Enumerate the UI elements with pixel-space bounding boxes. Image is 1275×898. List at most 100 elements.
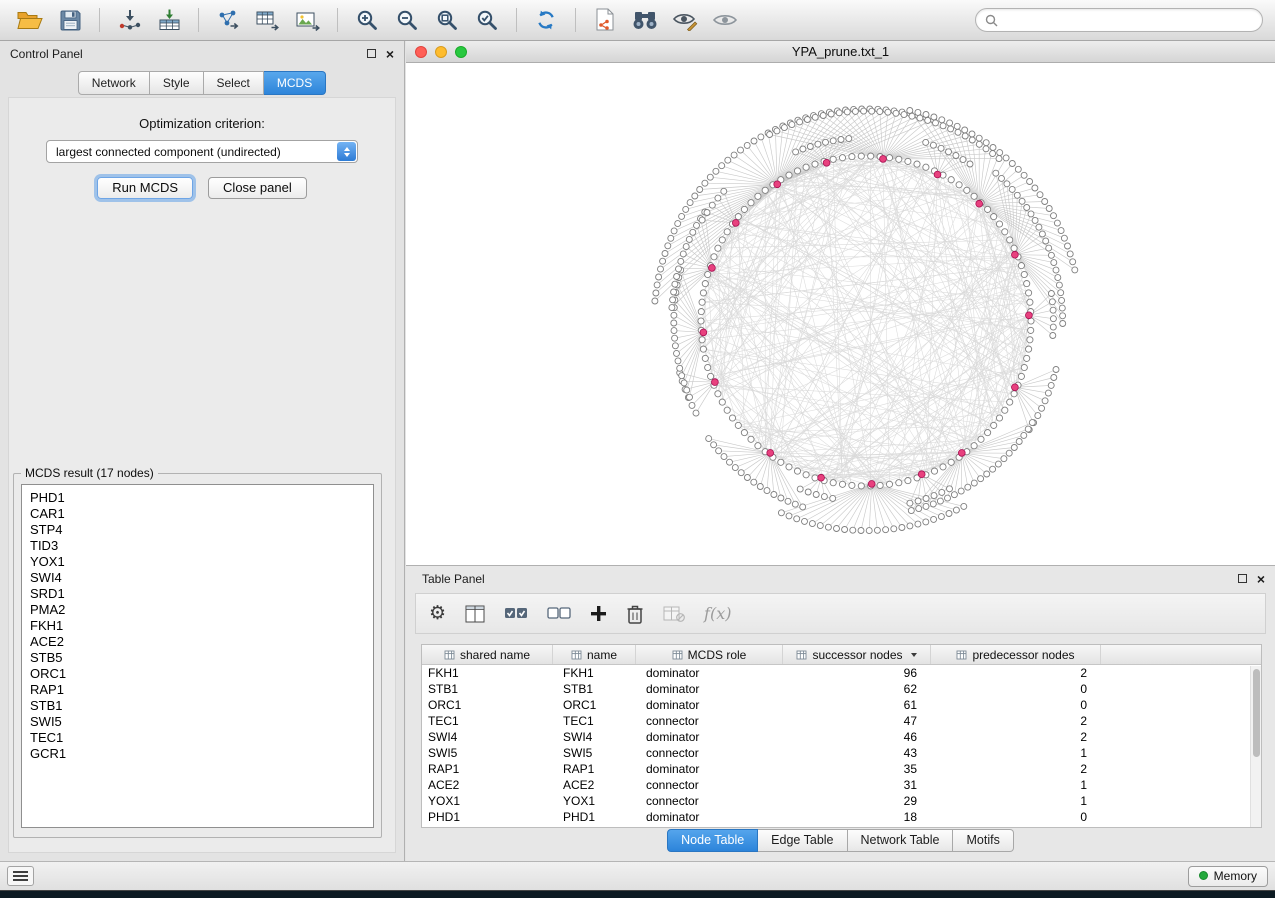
show-columns-button[interactable] [465, 605, 485, 623]
mcds-result-item[interactable]: PHD1 [30, 490, 373, 506]
table-cell: TEC1 [422, 714, 553, 728]
save-session-button[interactable] [52, 5, 88, 35]
mcds-result-item[interactable]: ACE2 [30, 634, 373, 650]
table-cell: dominator [636, 730, 783, 744]
mcds-result-title: MCDS result (17 nodes) [21, 466, 158, 480]
mcds-result-item[interactable]: RAP1 [30, 682, 373, 698]
tab-edge-table[interactable]: Edge Table [758, 829, 847, 852]
mcds-result-item[interactable]: STP4 [30, 522, 373, 538]
table-cell: ACE2 [553, 778, 636, 792]
create-column-button[interactable] [590, 605, 607, 622]
mcds-result-item[interactable]: YOX1 [30, 554, 373, 570]
mcds-result-item[interactable]: TID3 [30, 538, 373, 554]
zoom-fit-button[interactable] [429, 5, 465, 35]
table-row[interactable]: SWI4SWI4dominator462 [422, 729, 1250, 745]
table-cell: dominator [636, 666, 783, 680]
column-header-predecessor-nodes[interactable]: predecessor nodes [931, 645, 1101, 664]
table-row[interactable]: STB1STB1dominator620 [422, 681, 1250, 697]
chevron-down-icon[interactable] [911, 653, 917, 657]
window-minimize-traffic-button[interactable] [435, 46, 447, 58]
refresh-button[interactable] [528, 5, 564, 35]
table-row[interactable]: ORC1ORC1dominator610 [422, 697, 1250, 713]
status-menu-button[interactable] [7, 866, 34, 886]
window-close-traffic-button[interactable] [415, 46, 427, 58]
import-network-button[interactable] [111, 5, 147, 35]
table-cell: 61 [783, 698, 931, 712]
float-window-button[interactable] [1238, 574, 1247, 583]
zoom-in-button[interactable] [349, 5, 385, 35]
table-cell: ACE2 [422, 778, 553, 792]
column-header-successor-nodes[interactable]: successor nodes [783, 645, 931, 664]
table-row[interactable]: FKH1FKH1dominator962 [422, 665, 1250, 681]
table-settings-button[interactable]: ⚙ [429, 604, 446, 623]
zoom-selected-button[interactable] [469, 5, 505, 35]
float-window-button[interactable] [367, 49, 376, 58]
import-table-button[interactable] [151, 5, 187, 35]
mcds-result-item[interactable]: PMA2 [30, 602, 373, 618]
table-cell: 96 [783, 666, 931, 680]
search-network-button[interactable] [627, 5, 663, 35]
network-canvas[interactable] [406, 63, 1275, 565]
mcds-result-item[interactable]: SWI4 [30, 570, 373, 586]
tab-network[interactable]: Network [78, 71, 150, 95]
close-panel-button[interactable]: × [1257, 572, 1265, 586]
column-type-icon [672, 650, 683, 660]
table-row[interactable]: PHD1PHD1dominator180 [422, 809, 1250, 825]
node-table-body: FKH1FKH1dominator962STB1STB1dominator620… [422, 665, 1250, 825]
mcds-result-item[interactable]: ORC1 [30, 666, 373, 682]
export-table-button[interactable] [250, 5, 286, 35]
table-cell: 35 [783, 762, 931, 776]
table-row[interactable]: ACE2ACE2connector311 [422, 777, 1250, 793]
mcds-result-item[interactable]: SRD1 [30, 586, 373, 602]
table-row[interactable]: TEC1TEC1connector472 [422, 713, 1250, 729]
table-cell: 46 [783, 730, 931, 744]
table-cell: 1 [931, 778, 1101, 792]
mcds-result-item[interactable]: CAR1 [30, 506, 373, 522]
network-graph[interactable] [406, 63, 1275, 565]
table-row[interactable]: RAP1RAP1dominator352 [422, 761, 1250, 777]
delete-column-button[interactable] [626, 604, 644, 624]
scrollbar-thumb[interactable] [1253, 669, 1261, 757]
mcds-result-item[interactable]: STB1 [30, 698, 373, 714]
toolbar-separator [516, 8, 517, 32]
export-network-button[interactable] [210, 5, 246, 35]
table-row[interactable]: SWI5SWI5connector431 [422, 745, 1250, 761]
select-all-rows-button[interactable] [504, 606, 528, 621]
close-panel-button[interactable]: × [386, 47, 394, 61]
column-header-shared-name[interactable]: shared name [422, 645, 553, 664]
mcds-result-item[interactable]: SWI5 [30, 714, 373, 730]
table-cell: dominator [636, 698, 783, 712]
annotations-button[interactable] [587, 5, 623, 35]
mcds-result-item[interactable]: FKH1 [30, 618, 373, 634]
column-header-mcds-role[interactable]: MCDS role [636, 645, 783, 664]
show-graphics-details-button[interactable] [667, 5, 703, 35]
tab-style[interactable]: Style [150, 71, 204, 95]
window-maximize-traffic-button[interactable] [455, 46, 467, 58]
hamburger-icon [13, 871, 28, 873]
close-panel-action-button[interactable]: Close panel [208, 177, 307, 199]
criterion-dropdown[interactable]: largest connected component (undirected) [46, 140, 358, 163]
search-input[interactable] [1004, 13, 1253, 27]
tab-node-table[interactable]: Node Table [667, 829, 758, 852]
zoom-out-button[interactable] [389, 5, 425, 35]
run-mcds-button[interactable]: Run MCDS [97, 177, 193, 199]
preview-button[interactable] [707, 5, 743, 35]
export-image-button[interactable] [290, 5, 326, 35]
open-session-button[interactable] [12, 5, 48, 35]
mcds-result-item[interactable]: GCR1 [30, 746, 373, 762]
deselect-all-rows-button[interactable] [547, 606, 571, 621]
mcds-result-item[interactable]: TEC1 [30, 730, 373, 746]
mcds-result-item[interactable]: STB5 [30, 650, 373, 666]
column-header-name[interactable]: name [553, 645, 636, 664]
mcds-result-list[interactable]: PHD1CAR1STP4TID3YOX1SWI4SRD1PMA2FKH1ACE2… [21, 484, 374, 828]
criterion-selected-value: largest connected component (undirected) [47, 145, 337, 159]
tab-network-table[interactable]: Network Table [848, 829, 954, 852]
columns-icon [465, 605, 485, 623]
table-scrollbar[interactable] [1250, 666, 1261, 827]
column-header-label: shared name [460, 648, 530, 662]
tab-mcds[interactable]: MCDS [264, 71, 326, 95]
table-row[interactable]: YOX1YOX1connector291 [422, 793, 1250, 809]
memory-button[interactable]: Memory [1188, 866, 1268, 887]
tab-select[interactable]: Select [204, 71, 264, 95]
tab-motifs[interactable]: Motifs [953, 829, 1013, 852]
